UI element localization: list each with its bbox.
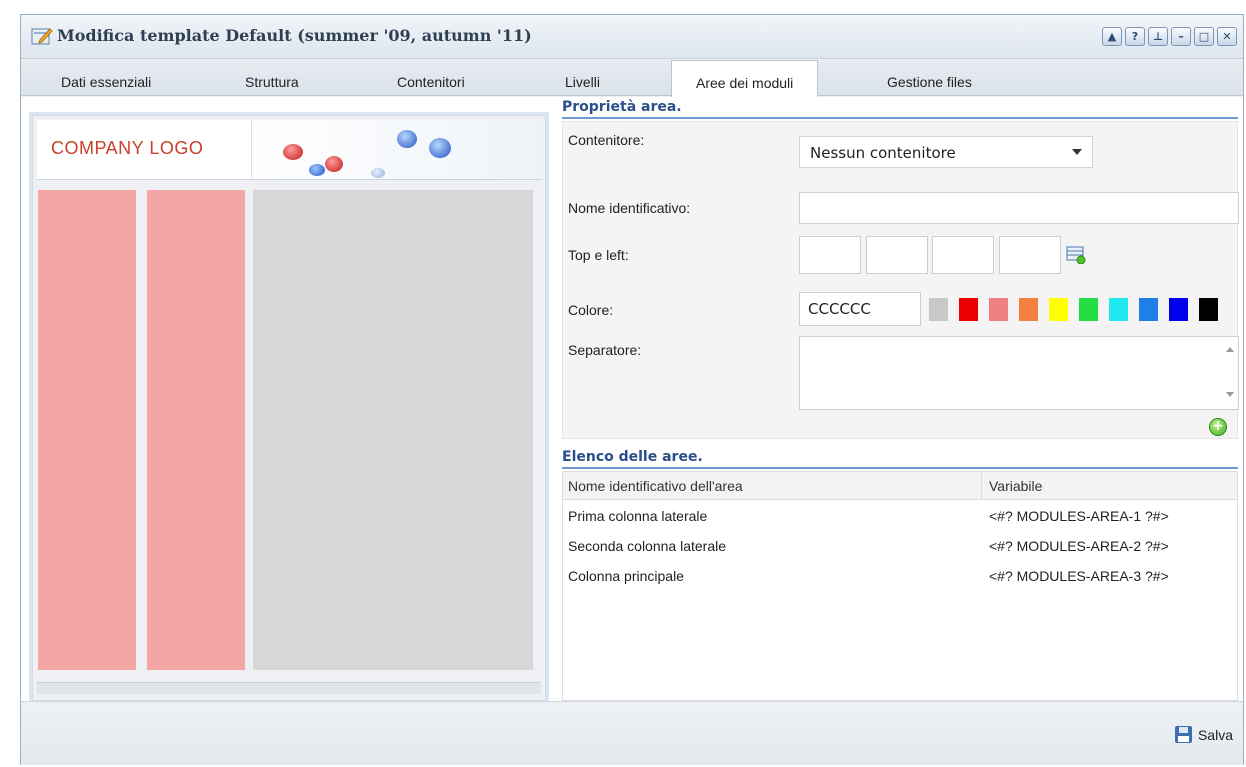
column-header-variable[interactable]: Variabile [989,478,1042,494]
container-select-value: Nessun contenitore [810,144,956,162]
areas-section-title: Elenco delle aree. [562,449,1238,469]
name-field[interactable] [799,192,1239,224]
tab-struttura[interactable]: Struttura [245,74,299,90]
preview-footer [37,682,541,694]
width-field[interactable] [932,236,994,274]
name-label: Nome identificativo: [568,200,691,216]
table-row[interactable]: Prima colonna laterale <#? MODULES-AREA-… [563,502,1237,532]
swatch-cyan[interactable] [1109,298,1128,321]
minimize-icon[interactable]: – [1171,27,1191,46]
swatch-dark-blue[interactable] [1169,298,1188,321]
properties-section-title: Proprietà area. [562,99,1238,119]
tab-contenitori[interactable]: Contenitori [397,74,465,90]
chevron-down-icon[interactable] [1072,149,1082,155]
swatch-black[interactable] [1199,298,1218,321]
container-label: Contenitore: [568,132,645,148]
area-name-cell: Seconda colonna laterale [568,538,727,554]
separator-textarea[interactable] [799,336,1239,410]
edit-template-icon [31,28,53,45]
help-icon[interactable]: ? [1125,27,1145,46]
swatch-yellow[interactable] [1049,298,1068,321]
tab-gestione-files[interactable]: Gestione files [887,74,972,90]
decorative-ball-icon [283,144,303,160]
area-name-cell: Colonna principale [568,568,684,584]
column-header-name[interactable]: Nome identificativo dell'area [568,478,743,494]
left-field[interactable] [866,236,928,274]
tab-livelli[interactable]: Livelli [565,74,600,90]
tab-aree-dei-moduli[interactable]: Aree dei moduli [671,60,819,97]
topleft-label: Top e left: [568,247,629,263]
preview-area-1[interactable] [38,190,136,670]
decorative-ball-icon [325,156,343,172]
scroll-up-icon[interactable] [1226,347,1234,352]
decorative-ball-icon [371,168,385,178]
decorative-ball-icon [429,138,451,158]
decorative-ball-icon [309,164,325,176]
window-title: Modifica template Default (summer '09, a… [57,26,532,45]
color-field[interactable]: CCCCCC [799,292,921,326]
column-divider [981,472,982,500]
window-controls: ▲ ? ⊥ – □ ✕ [1102,27,1237,46]
container-select[interactable]: Nessun contenitore [799,136,1093,168]
swatch-light-red[interactable] [989,298,1008,321]
table-row[interactable]: Seconda colonna laterale <#? MODULES-ARE… [563,532,1237,562]
collapse-icon[interactable]: ▲ [1102,27,1122,46]
preview-area-2[interactable] [147,190,245,670]
preview-area-3[interactable] [253,190,533,670]
grid-calculator-icon[interactable] [1066,246,1086,264]
tab-content: COMPANY LOGO Proprietà area. Contenitore… [21,97,1243,701]
close-icon[interactable]: ✕ [1217,27,1237,46]
tab-bar: Dati essenziali Struttura Contenitori Li… [21,60,1243,97]
table-header: Nome identificativo dell'area Variabile [563,472,1237,500]
color-label: Colore: [568,302,614,318]
maximize-icon[interactable]: □ [1194,27,1214,46]
tab-dati-essenziali[interactable]: Dati essenziali [61,74,151,90]
template-editor-window: Modifica template Default (summer '09, a… [20,14,1244,765]
area-variable-cell: <#? MODULES-AREA-3 ?#> [989,568,1169,584]
swatch-orange[interactable] [1019,298,1038,321]
separator-label: Separatore: [568,342,642,358]
layout-preview: COMPANY LOGO [32,115,546,701]
save-button[interactable]: Salva [1174,726,1233,743]
pin-icon[interactable]: ⊥ [1148,27,1168,46]
title-bar: Modifica template Default (summer '09, a… [21,15,1243,59]
swatch-green[interactable] [1079,298,1098,321]
area-name-cell: Prima colonna laterale [568,508,708,524]
decorative-ball-icon [397,130,417,148]
logo-box: COMPANY LOGO [37,120,252,180]
window-footer: Salva [21,701,1243,765]
save-button-label: Salva [1197,726,1233,743]
area-variable-cell: <#? MODULES-AREA-1 ?#> [989,508,1169,524]
swatch-blue[interactable] [1139,298,1158,321]
preview-header: COMPANY LOGO [37,120,541,180]
top-field[interactable] [799,236,861,274]
add-area-button[interactable]: + [1209,418,1227,436]
floppy-disk-icon [1174,726,1192,743]
area-properties-panel: Contenitore: Nessun contenitore Nome ide… [562,121,1239,439]
company-logo: COMPANY LOGO [51,138,204,158]
height-field[interactable] [999,236,1061,274]
scroll-down-icon[interactable] [1226,392,1234,397]
swatch-red[interactable] [959,298,978,321]
area-variable-cell: <#? MODULES-AREA-2 ?#> [989,538,1169,554]
swatch-grey[interactable] [929,298,948,321]
table-row[interactable]: Colonna principale <#? MODULES-AREA-3 ?#… [563,562,1237,592]
areas-table: Nome identificativo dell'area Variabile … [562,471,1238,701]
